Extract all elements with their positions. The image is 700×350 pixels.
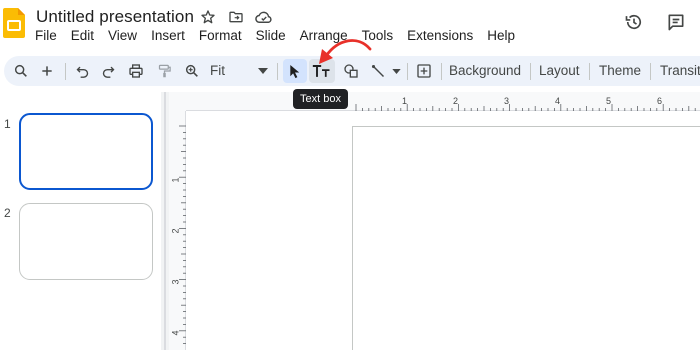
star-icon[interactable] xyxy=(199,8,217,26)
toolbar-divider xyxy=(407,63,408,80)
horizontal-ruler[interactable]: 1 2 3 4 5 6 xyxy=(186,92,700,111)
menu-view[interactable]: View xyxy=(101,28,144,44)
cloud-saved-icon[interactable] xyxy=(255,8,273,26)
menu-insert[interactable]: Insert xyxy=(144,28,192,44)
zoom-icon[interactable] xyxy=(181,59,203,83)
slide-canvas[interactable] xyxy=(186,111,700,350)
transition-button[interactable]: Transit xyxy=(660,63,700,79)
menu-bar: File Edit View Insert Format Slide Arran… xyxy=(28,28,522,44)
filmstrip-resize-handle[interactable] xyxy=(161,92,169,350)
toolbar-divider xyxy=(277,63,278,80)
paint-format-icon[interactable] xyxy=(153,59,175,83)
slides-logo-icon[interactable] xyxy=(3,8,25,38)
menu-file[interactable]: File xyxy=(28,28,64,44)
ruler-number: 6 xyxy=(657,96,663,106)
redo-icon[interactable] xyxy=(97,59,119,83)
ruler-number: 4 xyxy=(170,330,181,336)
slide-number: 1 xyxy=(4,117,11,131)
ruler-number: 3 xyxy=(170,279,181,285)
undo-icon[interactable] xyxy=(71,59,93,83)
toolbar-divider xyxy=(650,63,651,80)
new-slide-icon[interactable] xyxy=(36,59,58,83)
toolbar-divider xyxy=(65,63,66,80)
slide-thumbnail-2[interactable] xyxy=(19,203,153,280)
print-icon[interactable] xyxy=(125,59,147,83)
menu-help[interactable]: Help xyxy=(480,28,522,44)
ruler-number: 4 xyxy=(555,96,561,106)
menu-slide[interactable]: Slide xyxy=(249,28,293,44)
menu-extensions[interactable]: Extensions xyxy=(400,28,480,44)
ruler-number: 1 xyxy=(402,96,408,106)
chevron-down-icon[interactable] xyxy=(257,59,269,83)
toolbar-divider xyxy=(589,63,590,80)
ruler-number: 3 xyxy=(504,96,510,106)
layout-button[interactable]: Layout xyxy=(539,63,580,79)
search-icon[interactable] xyxy=(8,59,34,83)
comment-add-icon[interactable] xyxy=(412,59,436,83)
slide-edge-line xyxy=(352,126,353,350)
background-button[interactable]: Background xyxy=(449,63,521,79)
slide-edge-line xyxy=(352,126,700,127)
move-to-folder-icon[interactable] xyxy=(227,8,245,26)
ruler-number: 1 xyxy=(170,177,181,183)
toolbar-divider xyxy=(530,63,531,80)
document-title[interactable]: Untitled presentation xyxy=(36,7,194,27)
chevron-down-icon[interactable] xyxy=(390,59,402,83)
annotation-arrow-icon xyxy=(319,39,372,64)
text-box-tooltip: Text box xyxy=(293,89,348,109)
vertical-ruler[interactable]: 1 2 3 4 xyxy=(169,111,186,350)
theme-button[interactable]: Theme xyxy=(599,63,641,79)
select-icon[interactable] xyxy=(283,59,307,83)
toolbar-divider xyxy=(441,63,442,80)
zoom-select-value[interactable]: Fit xyxy=(210,63,225,79)
slide-number: 2 xyxy=(4,206,11,220)
menu-format[interactable]: Format xyxy=(192,28,249,44)
menu-edit[interactable]: Edit xyxy=(64,28,101,44)
ruler-number: 2 xyxy=(453,96,459,106)
slide-thumbnail-1[interactable] xyxy=(19,113,153,190)
version-history-icon[interactable] xyxy=(623,11,645,33)
comments-icon[interactable] xyxy=(665,11,687,33)
ruler-number: 2 xyxy=(170,228,181,234)
ruler-number: 5 xyxy=(606,96,612,106)
filmstrip: 1 2 xyxy=(0,92,170,350)
